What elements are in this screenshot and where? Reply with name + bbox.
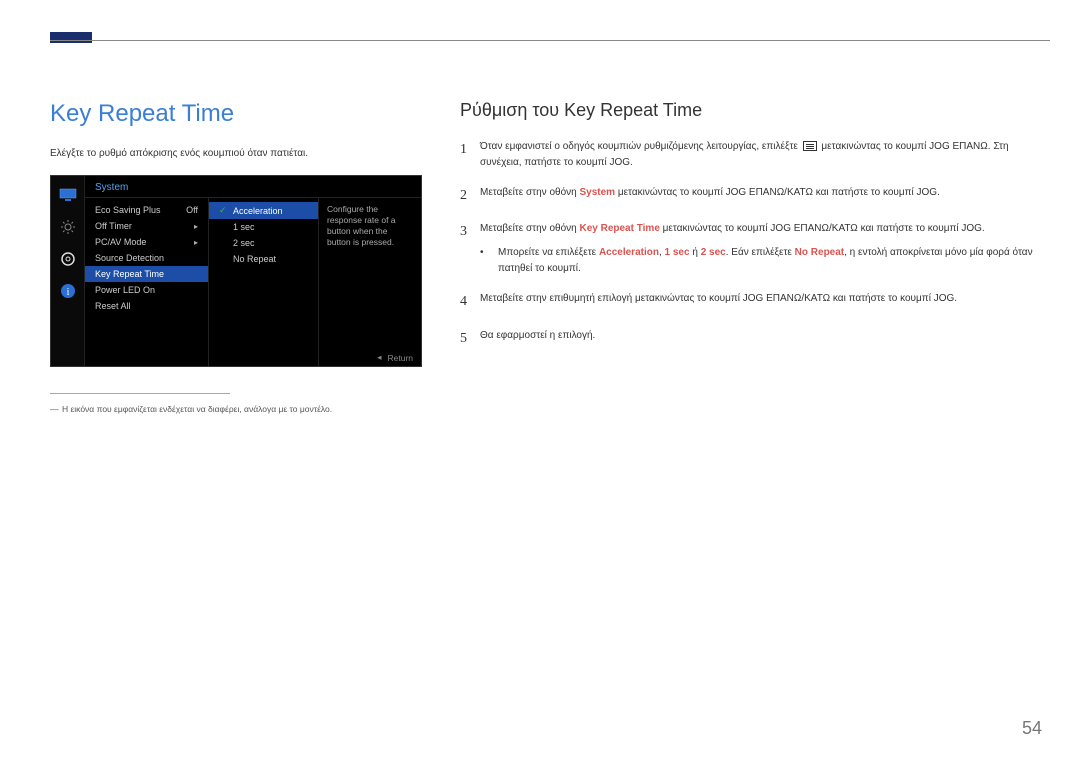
osd-submenu: ✓Acceleration 1 sec 2 sec No Repeat	[208, 198, 318, 366]
section-title: Ρύθμιση του Key Repeat Time	[460, 100, 1035, 121]
osd-sub-item-selected: ✓Acceleration	[209, 202, 318, 219]
osd-item: Source Detection	[85, 250, 208, 266]
gear-icon	[59, 250, 77, 268]
osd-item: Power LED On	[85, 282, 208, 298]
menu-icon	[803, 141, 817, 151]
osd-item: Eco Saving PlusOff	[85, 202, 208, 218]
footnote-rule	[50, 393, 230, 394]
osd-item: PC/AV Mode▸	[85, 234, 208, 250]
accent-bar	[50, 32, 92, 43]
osd-item: Reset All	[85, 298, 208, 314]
osd-screenshot: i System Eco Saving PlusOff Off Timer▸ P…	[50, 175, 422, 367]
step-4: 4 Μεταβείτε στην επιθυμητή επιλογή μετακ…	[460, 291, 1035, 313]
osd-description: Configure the response rate of a button …	[318, 198, 421, 366]
footnote-text: ―Η εικόνα που εμφανίζεται ενδέχεται να δ…	[50, 404, 425, 416]
osd-item: Off Timer▸	[85, 218, 208, 234]
osd-sub-item: 2 sec	[209, 235, 318, 251]
intro-text: Ελέγξτε το ρυθμό απόκρισης ενός κουμπιού…	[50, 146, 425, 161]
step-2: 2 Μεταβείτε στην οθόνη System μετακινώντ…	[460, 185, 1035, 207]
monitor-icon	[59, 186, 77, 204]
sub-bullet: • Μπορείτε να επιλέξετε Acceleration, 1 …	[480, 245, 1035, 277]
step-number: 2	[460, 185, 480, 207]
osd-item-selected: Key Repeat Time	[85, 266, 208, 282]
info-icon: i	[59, 282, 77, 300]
osd-sub-item: No Repeat	[209, 251, 318, 267]
osd-header: System	[85, 176, 421, 198]
step-1: 1 Όταν εμφανιστεί ο οδηγός κουμπιών ρυθμ…	[460, 139, 1035, 171]
step-number: 4	[460, 291, 480, 313]
step-number: 3	[460, 221, 480, 277]
step-3: 3 Μεταβείτε στην οθόνη Key Repeat Time μ…	[460, 221, 1035, 277]
osd-main: System Eco Saving PlusOff Off Timer▸ PC/…	[85, 176, 421, 366]
osd-sub-item: 1 sec	[209, 219, 318, 235]
check-icon: ✓	[219, 205, 229, 216]
osd-menu-list: Eco Saving PlusOff Off Timer▸ PC/AV Mode…	[85, 198, 208, 366]
svg-text:i: i	[66, 287, 69, 298]
osd-sidebar: i	[51, 176, 85, 366]
right-column: Ρύθμιση του Key Repeat Time 1 Όταν εμφαν…	[460, 100, 1035, 364]
back-arrow-icon: ◂	[377, 352, 381, 363]
step-5: 5 Θα εφαρμοστεί η επιλογή.	[460, 328, 1035, 350]
left-column: Key Repeat Time Ελέγξτε το ρυθμό απόκρισ…	[50, 100, 425, 416]
header-rule	[50, 40, 1050, 41]
page-number: 54	[1022, 718, 1042, 739]
step-number: 5	[460, 328, 480, 350]
page-title: Key Repeat Time	[50, 100, 425, 128]
brightness-icon	[59, 218, 77, 236]
osd-footer: ◂ Return	[377, 349, 413, 366]
step-number: 1	[460, 139, 480, 171]
